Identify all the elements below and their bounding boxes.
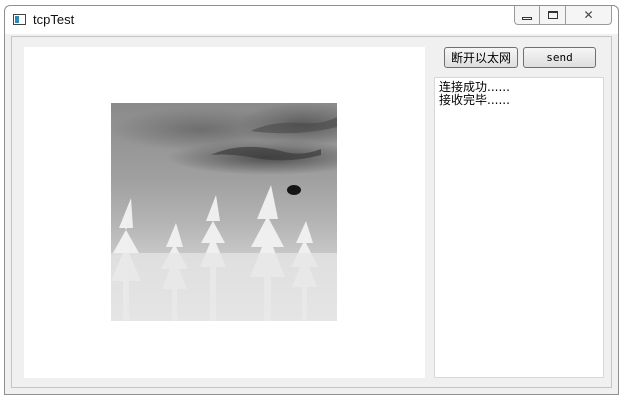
- close-icon: ✕: [583, 8, 594, 22]
- title-bar[interactable]: tcpTest ✕: [5, 6, 618, 34]
- window-title: tcpTest: [33, 12, 75, 27]
- disconnect-ethernet-button[interactable]: 断开以太网: [444, 47, 518, 68]
- send-button[interactable]: send: [523, 47, 596, 68]
- image-display-panel: [24, 47, 425, 378]
- maximize-button[interactable]: [540, 6, 566, 25]
- log-output[interactable]: 连接成功...... 接收完毕......: [434, 77, 604, 378]
- log-line: 接收完毕......: [439, 93, 510, 107]
- window-controls: ✕: [514, 6, 612, 26]
- close-button[interactable]: ✕: [566, 6, 612, 25]
- forest-image-graphic: [111, 117, 337, 321]
- minimize-icon: [522, 16, 532, 20]
- maximize-icon: [547, 11, 558, 19]
- main-content: 断开以太网 send 连接成功...... 接收完毕......: [11, 36, 612, 388]
- minimize-button[interactable]: [514, 6, 540, 25]
- app-window: tcpTest ✕ 断开以太网 send 连接成功...... 接收完毕....…: [4, 5, 619, 395]
- app-window-icon: [13, 14, 26, 25]
- received-image: [111, 103, 337, 321]
